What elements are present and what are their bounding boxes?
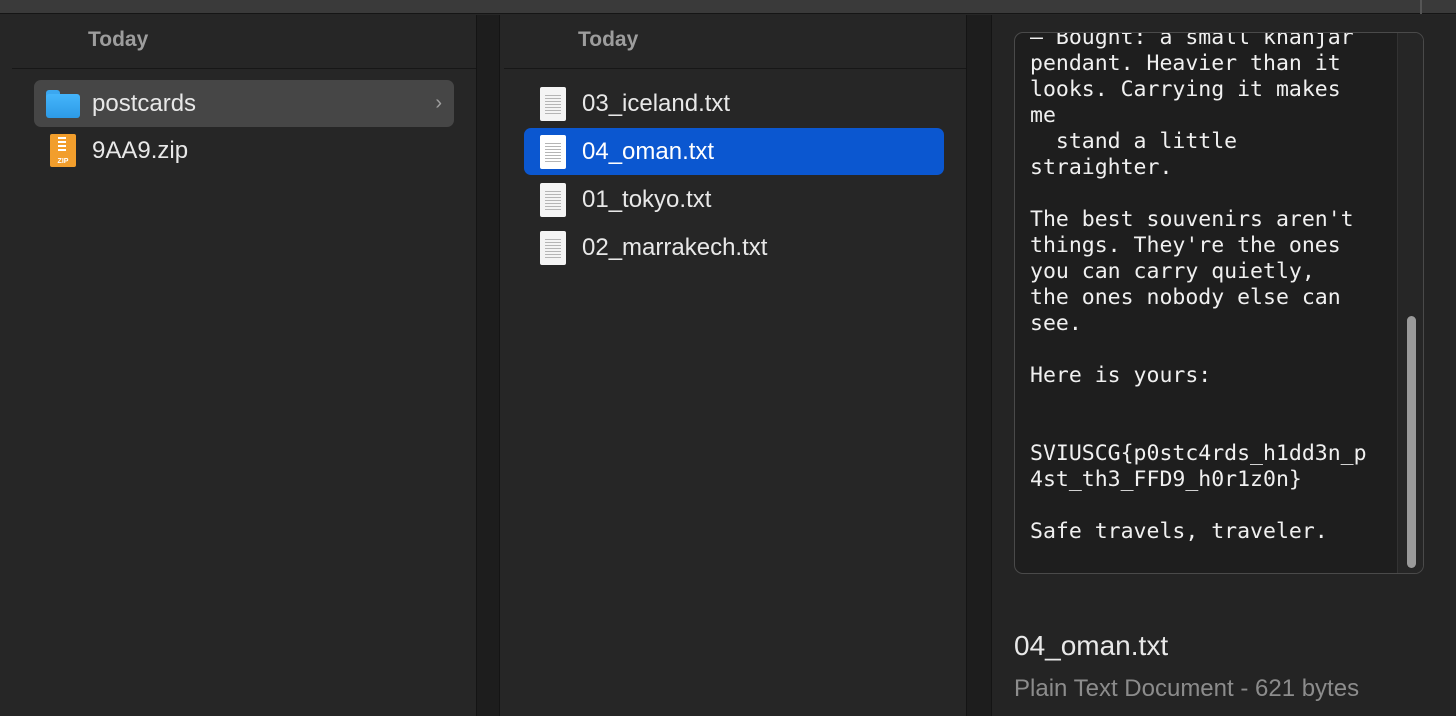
folder-label: postcards: [92, 89, 197, 117]
preview-file-meta: Plain Text Document - 621 bytes: [1014, 675, 1360, 702]
file-row-marrakech[interactable]: 02_marrakech.txt: [524, 224, 944, 271]
preview-file-name: 04_oman.txt: [1014, 630, 1169, 661]
column-divider[interactable]: [476, 15, 500, 716]
column-2-header: Today: [504, 15, 966, 69]
finder-window: Today postcards › ZIP 9AA9.zip Today 03_…: [0, 0, 1456, 716]
zip-file-label: 9AA9.zip: [92, 136, 189, 164]
column-1-header: Today: [12, 15, 476, 69]
file-row-tokyo[interactable]: 01_tokyo.txt: [524, 176, 944, 223]
toolbar-divider: [1420, 0, 1422, 14]
text-file-icon: [540, 134, 566, 169]
folder-icon: [46, 89, 80, 118]
preview-pane: – Bought: a small khanjar pendant. Heavi…: [992, 15, 1456, 716]
scrollbar-thumb[interactable]: [1407, 316, 1416, 568]
text-file-icon: [540, 182, 566, 217]
text-preview[interactable]: – Bought: a small khanjar pendant. Heavi…: [1014, 32, 1424, 574]
column-2: Today 03_iceland.txt 04_oman.txt 01_toky…: [500, 15, 966, 716]
file-row-oman[interactable]: 04_oman.txt: [524, 128, 944, 175]
zip-icon: ZIP: [50, 134, 76, 167]
folder-row-postcards[interactable]: postcards ›: [34, 80, 454, 127]
text-file-icon: [540, 230, 566, 265]
file-label: 03_iceland.txt: [582, 89, 731, 117]
preview-content: – Bought: a small khanjar pendant. Heavi…: [1030, 32, 1367, 544]
file-label: 02_marrakech.txt: [582, 233, 768, 261]
scrollbar[interactable]: [1397, 33, 1423, 573]
file-label: 04_oman.txt: [582, 137, 715, 165]
text-file-icon: [540, 86, 566, 121]
file-row-zip[interactable]: ZIP 9AA9.zip: [34, 127, 454, 174]
file-label: 01_tokyo.txt: [582, 185, 712, 213]
column-divider[interactable]: [966, 15, 992, 716]
chevron-right-icon: ›: [435, 92, 442, 114]
file-row-iceland[interactable]: 03_iceland.txt: [524, 80, 944, 127]
column-1: Today postcards › ZIP 9AA9.zip: [0, 15, 476, 716]
toolbar-edge: [0, 0, 1456, 14]
